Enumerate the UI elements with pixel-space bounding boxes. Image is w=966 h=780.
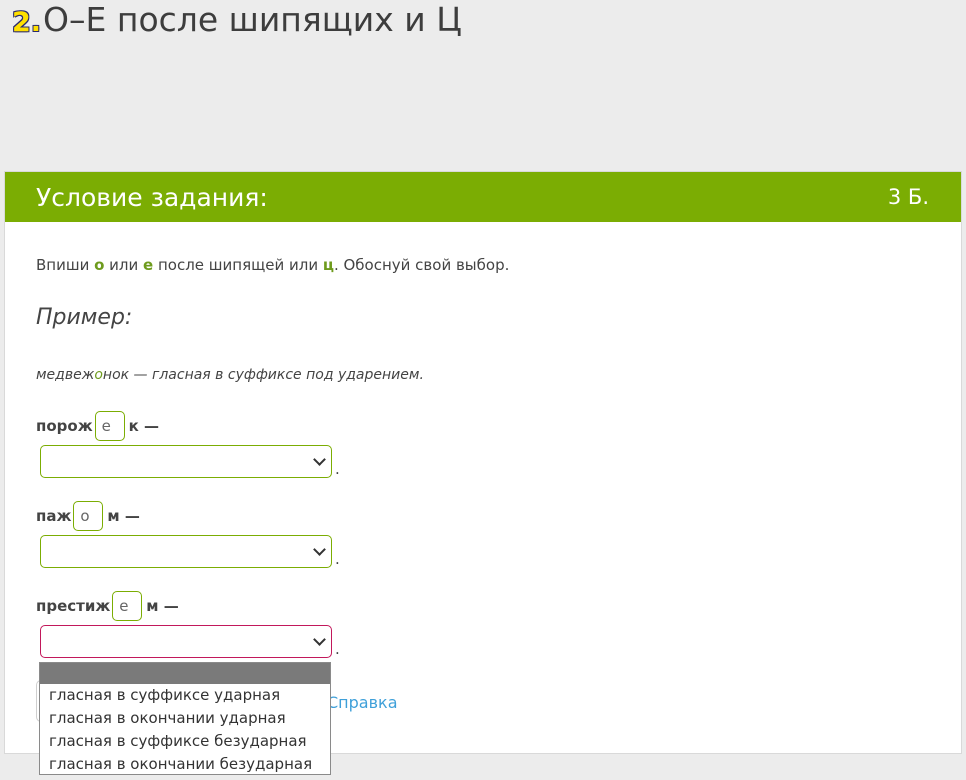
task-3-word: престиж е м — <box>36 591 179 621</box>
lesson-number: 2. <box>12 7 42 38</box>
page-title: 2. О–Е после шипящих и Ц <box>12 0 462 43</box>
chevron-down-icon <box>313 453 326 466</box>
reason-dropdown-list: гласная в суффиксе ударная гласная в око… <box>39 662 331 775</box>
instruction-part: после шипящей или <box>153 256 323 274</box>
points-badge: 3 Б. <box>887 185 929 209</box>
dropdown-option[interactable]: гласная в суффиксе безударная <box>40 730 330 753</box>
example-part: нок — гласная в суффиксе под ударением. <box>102 367 424 383</box>
dropdown-option[interactable]: гласная в окончании ударная <box>40 707 330 730</box>
task-2-word: паж о м — <box>36 501 140 531</box>
reason-select-3[interactable] <box>40 625 332 658</box>
card-header-title: Условие задания: <box>36 182 268 212</box>
letter-input-2[interactable]: о <box>73 501 104 531</box>
instruction-part: или <box>104 256 144 274</box>
chevron-down-icon <box>313 633 326 646</box>
task-prefix: порож <box>36 417 93 435</box>
period: . <box>335 460 340 478</box>
instruction-part: . Обоснуй свой выбор. <box>333 256 510 274</box>
task-suffix: м — <box>146 597 179 615</box>
instruction-letter-e: е <box>143 256 154 274</box>
period: . <box>335 550 340 568</box>
example-highlight-letter: о <box>94 367 103 383</box>
instruction-letter-c: ц <box>322 256 334 274</box>
task-suffix: к — <box>128 417 160 435</box>
instruction-letter-o: о <box>94 256 105 274</box>
task-1-word: порож е к — <box>36 411 159 441</box>
reason-select-2[interactable] <box>40 535 332 568</box>
instruction-part: Впиши <box>36 256 95 274</box>
task-suffix: м — <box>107 507 140 525</box>
help-link[interactable]: Справка <box>327 693 398 712</box>
task-2-reason: . <box>40 535 340 568</box>
example-part: медвеж <box>36 367 95 383</box>
example-text: медвежонок — гласная в суффиксе под удар… <box>36 367 424 383</box>
letter-input-1[interactable]: е <box>94 411 125 441</box>
lesson-title: О–Е после шипящих и Ц <box>43 0 462 39</box>
task-1-reason: . <box>40 445 340 478</box>
letter-input-3[interactable]: е <box>112 591 143 621</box>
dropdown-option[interactable]: гласная в окончании безударная <box>40 753 330 776</box>
reason-select-1[interactable] <box>40 445 332 478</box>
task-prefix: паж <box>36 507 72 525</box>
example-heading: Пример: <box>36 305 133 330</box>
task-prefix: престиж <box>36 597 111 615</box>
dropdown-option[interactable]: гласная в суффиксе ударная <box>40 684 330 707</box>
chevron-down-icon <box>313 543 326 556</box>
instruction-text: Впиши о или е после шипящей или ц. Обосн… <box>36 256 509 274</box>
task-3-reason: . <box>40 625 340 658</box>
dropdown-empty-option[interactable] <box>40 663 330 684</box>
period: . <box>335 640 340 658</box>
card-header: Условие задания: 3 Б. <box>5 172 961 222</box>
